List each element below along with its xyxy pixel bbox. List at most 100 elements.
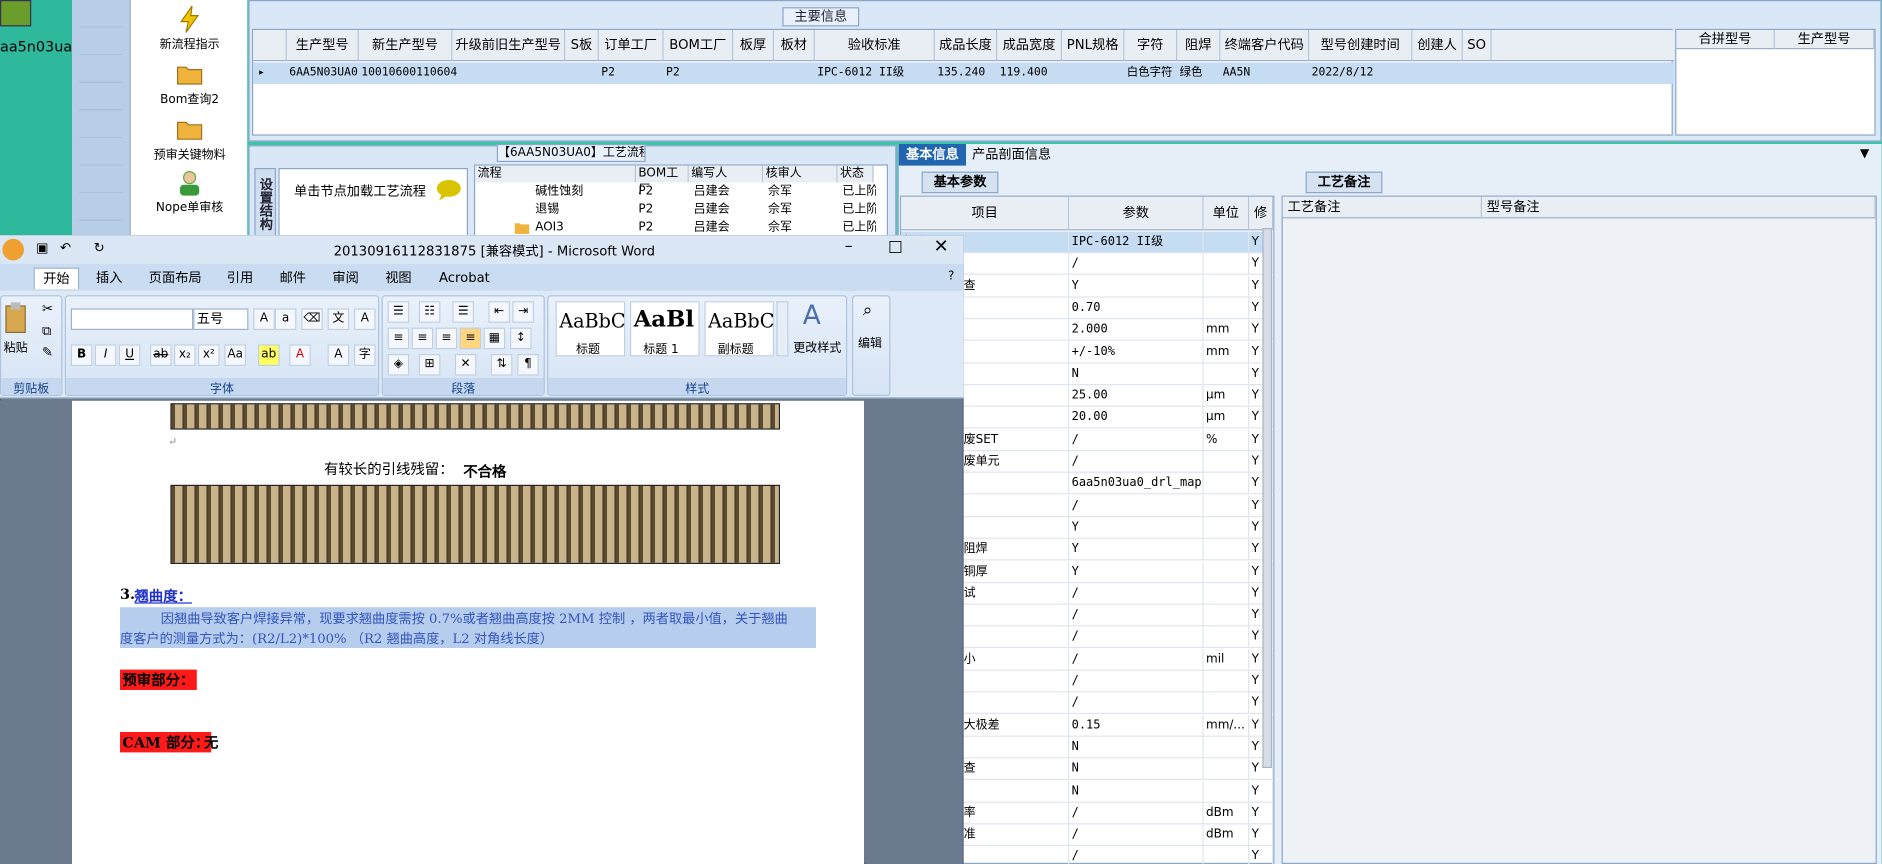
tab-references[interactable]: 引用 [218,268,261,290]
shading-icon[interactable]: ◈ [387,354,410,376]
justify-icon[interactable]: ≡ [459,327,482,350]
close-icon[interactable]: ✕ [934,235,949,257]
col-header[interactable]: 成品长度 [935,30,998,62]
char-border-icon[interactable]: A [354,308,376,330]
style-title[interactable]: AaBbC 标题 [555,301,626,357]
tree-node[interactable]: AOI3 [533,220,634,237]
align-center-icon[interactable]: ≡ [411,327,434,350]
col-header[interactable]: 新生产型号 [359,30,453,62]
bullets-icon[interactable]: ☰ [387,301,410,323]
maximize-icon[interactable]: □ [888,238,903,256]
col-header[interactable]: 项目 [901,196,1070,231]
tab-basic-info[interactable]: 基本信息 [898,144,967,166]
col-header[interactable]: BOM工厂 [664,30,734,62]
highlight-icon[interactable]: ab [258,344,280,366]
col-header[interactable]: BOM工厂 [636,165,689,197]
tab-mailings[interactable]: 邮件 [271,268,314,290]
tab-view[interactable]: 视图 [377,268,420,290]
col-header[interactable]: 编写人 [688,165,764,183]
col-header[interactable]: 成品宽度 [997,30,1062,62]
underline-icon[interactable]: U [118,344,141,366]
col-header[interactable]: SO [1463,30,1492,62]
cut-icon[interactable]: ✂ [42,301,53,317]
col-header[interactable]: 创建人 [1412,30,1463,62]
tab-basic-params[interactable]: 基本参数 [921,171,999,194]
col-header[interactable]: 板材 [774,30,815,62]
col-header[interactable]: 订单工厂 [599,30,664,62]
align-right-icon[interactable]: ≡ [435,327,458,350]
decrease-indent-icon[interactable]: ⇤ [488,301,511,323]
tab-section-info[interactable]: 产品剖面信息 [972,144,1080,166]
redo-icon[interactable]: ↻ [94,240,105,256]
col-header[interactable]: 工艺备注 [1282,196,1482,219]
col-header[interactable]: 状态 [837,165,874,183]
char-shading-icon[interactable]: A [327,344,350,366]
params-scrollbar[interactable] [1262,228,1272,769]
line-spacing-icon[interactable]: ↕ [510,327,532,350]
subscript-icon[interactable]: x₂ [174,344,196,366]
numbering-icon[interactable]: ☷ [418,301,441,323]
tree-node[interactable]: 退锡 [533,202,634,219]
save-icon[interactable]: ▣ [36,240,48,256]
undo-icon[interactable]: ↶ [60,240,71,256]
document-page[interactable]: ↵ 有较长的引线残留： 不合格 3. 翘曲度： 因翘曲导致客户焊接异常，现要求翘… [72,400,865,864]
distribute-icon[interactable]: ▦ [483,327,506,350]
multilevel-icon[interactable]: ☰ [452,301,475,323]
col-header[interactable]: 升级前旧生产型号 [452,30,566,62]
col-header[interactable]: 核审人 [763,165,838,183]
sort-icon[interactable]: ⇅ [490,354,513,376]
col-header[interactable]: 单位 [1203,196,1250,231]
col-header[interactable]: 流程 [475,165,636,183]
col-header[interactable]: S板 [565,30,599,62]
col-header[interactable]: 生产型号 [287,30,359,62]
shrink-font-icon[interactable]: a [274,308,297,330]
style-subtitle[interactable]: AaBbC 副标题 [704,301,774,357]
minimize-icon[interactable]: – [845,238,853,256]
copy-icon[interactable]: ⧉ [42,323,51,340]
align-left-icon[interactable]: ≡ [387,327,410,350]
tab-process-remark[interactable]: 工艺备注 [1305,171,1383,194]
process-vertical-tab[interactable]: 设置结构 [254,168,276,241]
increase-indent-icon[interactable]: ⇥ [512,301,534,323]
change-case-icon[interactable]: Aa [224,344,247,366]
italic-icon[interactable]: I [94,344,117,366]
enclose-char-icon[interactable]: 字 [354,344,376,366]
style-heading1[interactable]: AaBl 标题 1 [630,301,700,357]
tab-insert[interactable]: 插入 [86,268,132,290]
shortcut-new-flow[interactable]: 新流程指示 [131,5,249,52]
bold-icon[interactable]: B [70,344,93,366]
col-header[interactable]: 型号备注 [1482,196,1876,219]
col-header[interactable]: 参数 [1069,196,1204,231]
clear-format-icon[interactable]: ⌫ [301,308,323,330]
superscript-icon[interactable]: x² [198,344,220,366]
table-row[interactable]: ▸ 6AA5N03UA0 10010600110604 P2 P2 IPC-60… [253,62,1675,84]
col-header[interactable]: 终端客户代码 [1220,30,1310,62]
format-painter-icon[interactable]: ✎ [42,344,53,360]
office-logo-icon[interactable] [2,238,25,261]
tab-home[interactable]: 开始 [33,267,80,290]
font-size-select[interactable]: 五号 [193,308,249,330]
font-name-select[interactable] [70,308,194,330]
col-header[interactable]: PNL规格 [1062,30,1125,62]
tree-node[interactable]: 碱性蚀刻 [533,184,634,201]
find-icon[interactable]: ⌕ [863,301,872,320]
col-header[interactable]: 合拼型号 [1676,30,1775,50]
change-styles-label[interactable]: 更改样式 [793,337,841,355]
chinese-layout-icon[interactable]: ✕ [454,354,477,376]
desktop-folder-icon[interactable] [0,0,32,27]
shortcut-nope-review[interactable]: Nope单审核 [131,168,249,215]
col-header[interactable]: 修 [1249,196,1274,231]
tab-review[interactable]: 审阅 [324,268,367,290]
shortcut-bom-query[interactable]: Bom查询2 [131,60,249,107]
change-styles-icon[interactable]: A [803,301,821,331]
help-icon[interactable]: ? [948,270,954,283]
paste-label[interactable]: 粘贴 [4,337,28,355]
paste-icon[interactable] [4,301,30,335]
font-color-icon[interactable]: A [289,344,311,366]
strikethrough-icon[interactable]: ab [150,344,172,366]
styles-scroll[interactable] [776,301,789,357]
edit-label[interactable]: 编辑 [858,332,882,350]
col-header[interactable]: 阻焊 [1177,30,1221,62]
borders-icon[interactable]: ⊞ [418,354,441,376]
col-header[interactable]: 验收标准 [815,30,935,62]
